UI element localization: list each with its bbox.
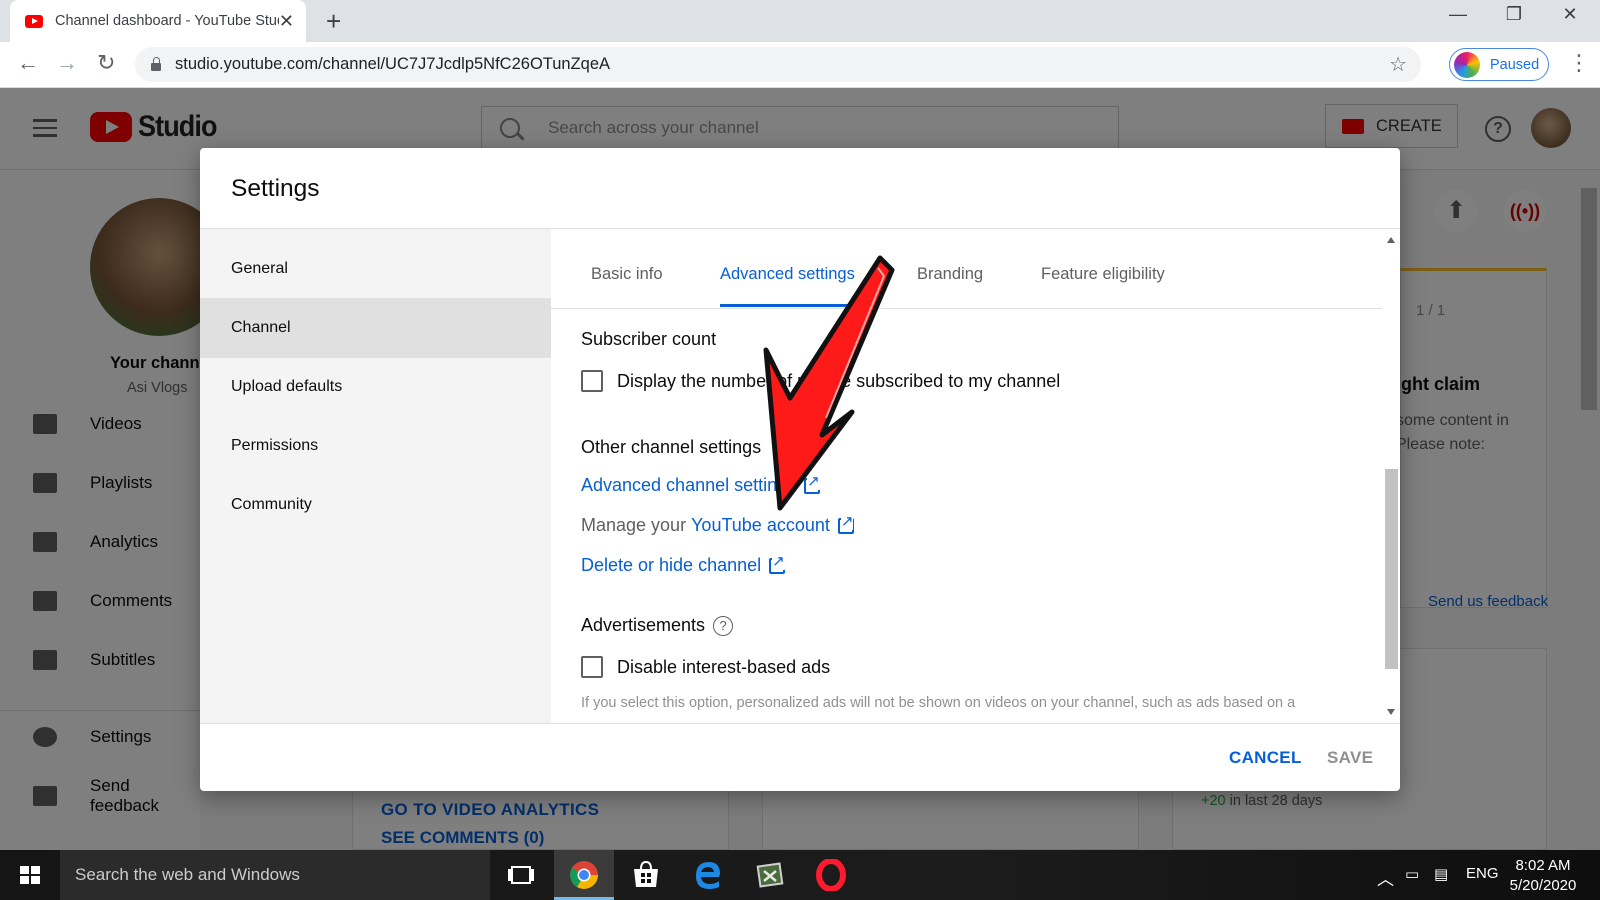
save-button[interactable]: SAVE (1327, 748, 1373, 768)
dialog-scrollbar[interactable] (1383, 229, 1400, 723)
settings-nav-general[interactable]: General (200, 239, 551, 299)
settings-content: Basic info Advanced settings Branding Fe… (551, 229, 1400, 723)
tab-basic-info[interactable]: Basic info (591, 265, 663, 284)
windows-taskbar: Search the web and Windows ︿ ▭ ▤ ENG 8:0… (0, 850, 1600, 900)
subscriber-count-heading: Subscriber count (581, 329, 717, 349)
tab-title: Channel dashboard - YouTube Studio (55, 13, 279, 29)
manage-account-prefix: Manage your (581, 515, 692, 535)
clock-date: 5/20/2020 (1509, 877, 1577, 894)
lock-icon (151, 56, 161, 71)
bookmark-star-icon[interactable]: ☆ (1389, 52, 1407, 77)
interest-ads-checkbox-row[interactable]: Disable interest-based ads (581, 656, 830, 678)
arrow-shape (763, 255, 895, 511)
settings-nav-permissions[interactable]: Permissions (200, 416, 551, 476)
battery-icon[interactable]: ▭ (1405, 865, 1419, 883)
tab-feature-eligibility[interactable]: Feature eligibility (1041, 265, 1165, 284)
minimize-button[interactable]: — (1430, 4, 1486, 25)
task-view-icon[interactable] (505, 859, 537, 891)
profile-avatar (1454, 51, 1480, 78)
tab-branding[interactable]: Branding (917, 265, 983, 284)
ads-fine-print: If you select this option, personalized … (581, 695, 1296, 711)
interest-ads-label: Disable interest-based ads (617, 656, 831, 677)
interest-ads-checkbox[interactable] (581, 656, 603, 678)
restore-button[interactable]: ❐ (1486, 4, 1542, 25)
app-icon[interactable] (754, 859, 786, 891)
opera-icon[interactable] (815, 859, 847, 891)
browser-tabstrip: Channel dashboard - YouTube Studio ✕ + —… (0, 0, 1600, 42)
reload-button[interactable]: ↻ (97, 50, 115, 76)
edge-icon[interactable] (692, 859, 724, 891)
browser-toolbar: ← → ↻ studio.youtube.com/channel/UC7J7Jc… (0, 42, 1600, 88)
settings-nav: General Channel Upload defaults Permissi… (200, 229, 551, 723)
subscriber-count-checkbox[interactable] (581, 370, 603, 392)
scroll-thumb[interactable] (1385, 469, 1398, 669)
taskbar-clock[interactable]: 8:02 AM 5/20/2020 (1503, 856, 1583, 896)
cancel-button[interactable]: CANCEL (1229, 748, 1302, 768)
taskbar-search-input[interactable]: Search the web and Windows (60, 850, 490, 900)
browser-tab[interactable]: Channel dashboard - YouTube Studio ✕ (10, 0, 306, 42)
settings-nav-channel[interactable]: Channel (200, 298, 551, 358)
clock-time: 8:02 AM (1515, 857, 1571, 874)
back-button[interactable]: ← (17, 50, 39, 76)
youtube-favicon-icon (25, 14, 43, 28)
forward-button[interactable]: → (56, 50, 78, 76)
advertisements-heading: Advertisements (581, 615, 706, 635)
scroll-down-icon[interactable] (1387, 709, 1395, 715)
url-text[interactable]: studio.youtube.com/channel/UC7J7Jcdlp5Nf… (175, 55, 610, 74)
show-hidden-icons[interactable]: ︿ (1377, 865, 1394, 890)
settings-nav-upload-defaults[interactable]: Upload defaults (200, 357, 551, 417)
profile-status: Paused (1490, 56, 1540, 73)
scroll-up-icon[interactable] (1387, 237, 1395, 243)
chrome-icon[interactable] (568, 859, 600, 891)
external-link-icon (769, 553, 786, 574)
language-indicator[interactable]: ENG (1466, 865, 1499, 882)
windows-start-icon[interactable] (20, 866, 40, 884)
red-arrow-annotation (763, 255, 895, 511)
help-icon[interactable]: ? (713, 615, 734, 636)
notification-icon[interactable]: ▤ (1434, 865, 1448, 883)
delete-or-hide-channel-link[interactable]: Delete or hide channel (581, 555, 761, 576)
browser-menu-icon[interactable]: ⋮ (1568, 50, 1590, 76)
dialog-title: Settings (231, 175, 320, 202)
dialog-footer-divider (200, 723, 1400, 724)
profile-button[interactable]: Paused (1449, 48, 1549, 81)
address-bar[interactable]: studio.youtube.com/channel/UC7J7Jcdlp5Nf… (135, 47, 1421, 82)
close-window-button[interactable]: ✕ (1542, 4, 1598, 25)
tab-close-icon[interactable]: ✕ (279, 11, 294, 32)
delete-hide-channel-row: Delete or hide channel (581, 553, 786, 576)
new-tab-button[interactable]: + (326, 6, 341, 37)
settings-nav-community[interactable]: Community (200, 475, 551, 535)
store-icon[interactable] (630, 859, 662, 891)
advertisements-heading-row: Advertisements ? (581, 615, 734, 636)
other-channel-settings-heading: Other channel settings (581, 437, 762, 457)
channel-tabs: Basic info Advanced settings Branding Fe… (551, 229, 1382, 309)
